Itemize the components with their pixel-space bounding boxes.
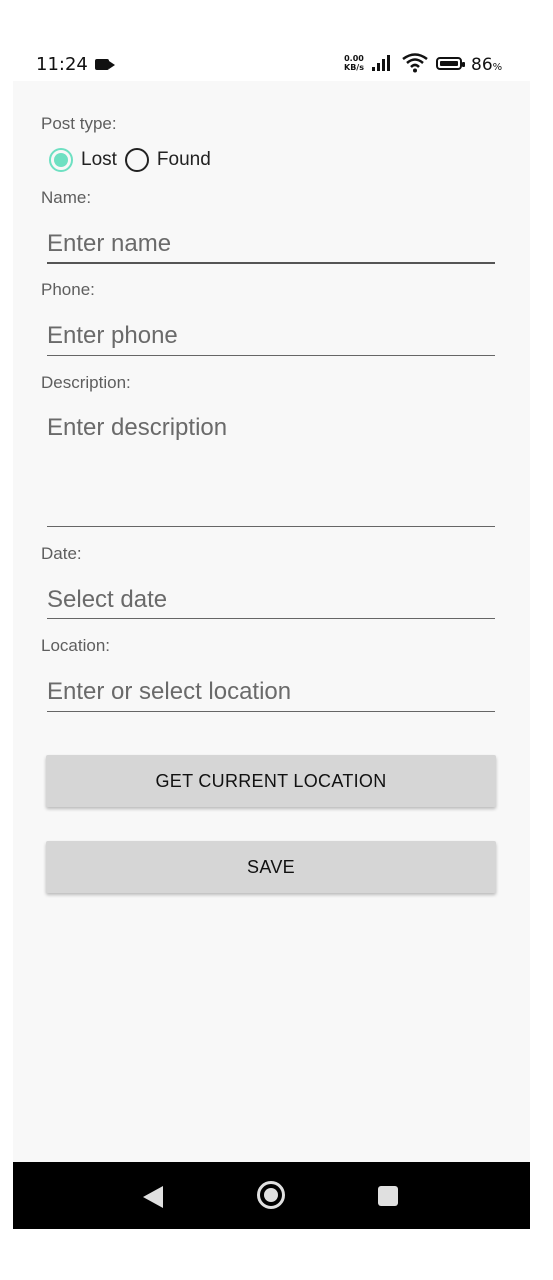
name-input[interactable] xyxy=(47,227,495,261)
battery-level: 86% xyxy=(471,55,503,75)
network-speed-value: 0.00 xyxy=(344,54,364,63)
description-input[interactable] xyxy=(47,413,495,523)
date-input-underline xyxy=(47,618,495,619)
radio-lost[interactable] xyxy=(49,148,73,172)
wifi-icon xyxy=(402,53,428,73)
name-input-underline xyxy=(47,262,495,264)
get-current-location-button[interactable]: GET CURRENT LOCATION xyxy=(46,755,496,807)
back-icon[interactable] xyxy=(143,1186,163,1208)
status-time: 11:24 xyxy=(36,54,88,75)
description-input-underline xyxy=(47,526,495,527)
recents-icon[interactable] xyxy=(378,1186,398,1206)
phone-input[interactable] xyxy=(47,319,495,353)
location-label: Location: xyxy=(41,636,110,655)
location-input[interactable] xyxy=(47,675,495,709)
date-input[interactable] xyxy=(47,583,495,617)
date-label: Date: xyxy=(41,544,82,563)
radio-lost-label[interactable]: Lost xyxy=(81,149,117,171)
phone-label: Phone: xyxy=(41,280,95,299)
name-label: Name: xyxy=(41,188,92,207)
network-speed: 0.00 KB/s xyxy=(344,54,364,72)
home-icon[interactable] xyxy=(257,1181,285,1209)
screen: 11:24 0.00 KB/s 86% Post type: Lost Foun… xyxy=(0,0,553,1280)
navigation-bar xyxy=(13,1162,530,1229)
post-type-radio-group: Lost Found xyxy=(49,145,219,175)
location-input-underline xyxy=(47,711,495,712)
camera-icon xyxy=(95,59,115,70)
post-type-label: Post type: xyxy=(41,114,117,133)
network-speed-unit: KB/s xyxy=(344,63,364,72)
signal-icon xyxy=(372,55,390,71)
battery-icon xyxy=(436,57,465,70)
description-label: Description: xyxy=(41,373,131,392)
radio-found[interactable] xyxy=(124,148,149,172)
radio-found-label[interactable]: Found xyxy=(157,149,211,171)
post-form: Post type: Lost Found Name: Phone: Descr… xyxy=(13,81,530,1162)
phone-input-underline xyxy=(47,355,495,356)
save-button[interactable]: SAVE xyxy=(46,841,496,893)
